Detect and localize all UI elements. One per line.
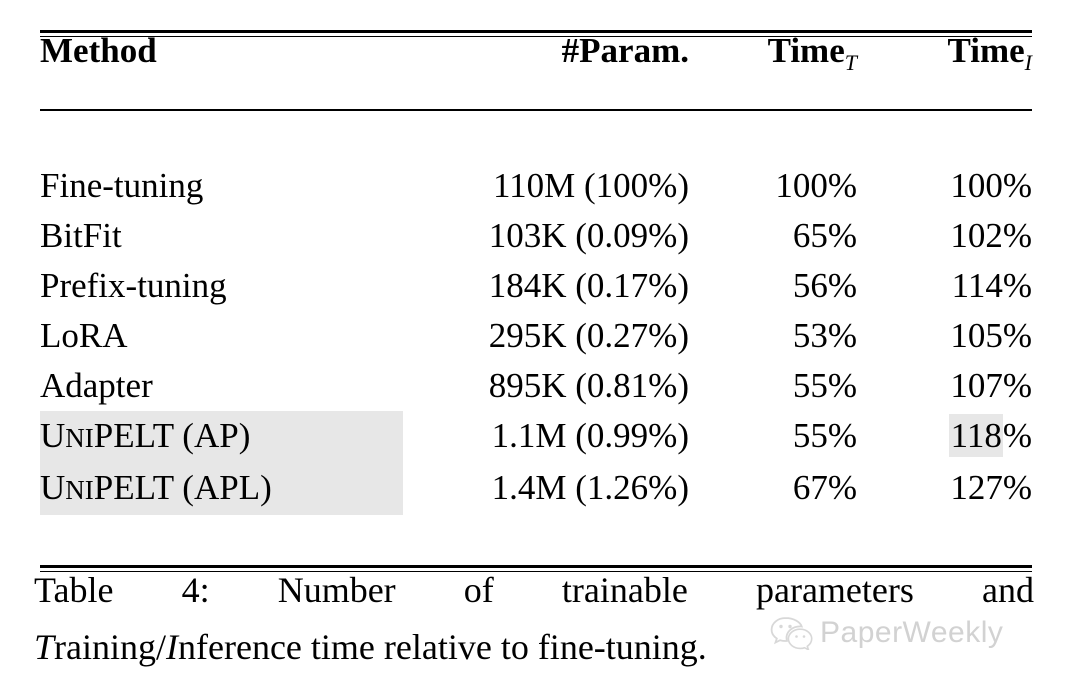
method-name-pelt: PELT [93,416,174,455]
table-row: Prefix-tuning 184K (0.17%) 56% 114% [40,261,1032,311]
cell-method: BitFit [40,216,122,255]
table-header-row: Method #Param. TimeT TimeI [40,33,1032,109]
cell-method: Prefix-tuning [40,266,227,305]
cell-time-training: 53% [792,316,857,355]
column-header-time-training-text: Time [767,31,845,70]
caption-text-rest: nference time relative to fine-tuning. [178,627,707,667]
method-name-ni: NI [65,475,94,505]
column-header-time-inference: TimeI [857,33,1032,109]
cell-time-training: 55% [792,366,857,405]
cell-method: UNIPELT (AP) [40,411,403,463]
cell-method: Fine-tuning [40,166,204,205]
cell-time-training: 65% [792,216,857,255]
column-header-time-inference-subscript: I [1024,50,1032,75]
table-row-highlighted: UNIPELT (APL) 1.4M (1.26%) 67% 127% [40,463,1032,515]
cell-param: 895K (0.81%) [488,366,689,405]
cell-param: 103K (0.09%) [488,216,689,255]
caption-line-1: Table 4: Number of trainable parameters … [34,570,1034,610]
method-name-u: U [40,416,66,455]
cell-time-inference: 105% [950,316,1032,355]
cell-method: LoRA [40,316,128,355]
cell-time-inference: 127% [950,468,1032,507]
cell-param: 1.4M (1.26%) [491,468,689,507]
method-name-variant: (APL) [173,468,272,507]
cell-param: 295K (0.27%) [488,316,689,355]
cell-param: 1.1M (0.99%) [491,416,689,455]
column-header-param: #Param. [561,31,689,70]
column-header-time-inference-text: Time [947,31,1025,70]
method-name-variant: (AP) [173,416,251,455]
cell-param: 184K (0.17%) [488,266,689,305]
caption-italic-t: T [34,627,55,667]
cell-time-inference-percent: % [1002,416,1032,455]
table-row-highlighted: UNIPELT (AP) 1.1M (0.99%) 55% 118% [40,411,1032,463]
table-row: Fine-tuning 110M (100%) 100% 100% [40,161,1032,211]
cell-method: Adapter [40,366,153,405]
table-body-bottom-spacer [40,515,1032,565]
results-table: Method #Param. TimeT TimeI [40,33,1032,109]
results-table-body: Fine-tuning 110M (100%) 100% 100% BitFit… [40,111,1032,565]
column-header-time-training: TimeT [689,33,857,109]
caption-italic-i: I [166,627,179,667]
cell-time-training: 100% [775,166,857,205]
cell-time-inference: 118% [857,411,1032,463]
caption-line-2: Training/Inference time relative to fine… [34,619,1034,676]
table-row: Adapter 895K (0.81%) 55% 107% [40,361,1032,411]
table-caption: Table 4: Number of trainable parameters … [34,562,1034,676]
cell-time-inference: 107% [950,366,1032,405]
cell-time-inference-highlight: 118 [948,414,1003,457]
table-row: BitFit 103K (0.09%) 65% 102% [40,211,1032,261]
cell-time-inference: 100% [950,166,1032,205]
cell-time-inference: 114% [951,266,1032,305]
cell-time-training: 56% [792,266,857,305]
cell-param: 110M (100%) [492,166,689,205]
table-row: LoRA 295K (0.27%) 53% 105% [40,311,1032,361]
method-name-u: U [40,468,66,507]
cell-method: UNIPELT (APL) [40,463,403,515]
cell-time-inference: 102% [950,216,1032,255]
column-header-method: Method [40,31,157,70]
caption-text-raining: raining/ [54,627,167,667]
table-figure: Method #Param. TimeT TimeI Fine-tuning 1… [40,30,1032,568]
column-header-time-training-subscript: T [844,50,857,75]
method-name-ni: NI [65,423,94,453]
table-header: Method #Param. TimeT TimeI [40,33,1032,109]
method-name-pelt: PELT [93,468,174,507]
cell-time-training: 67% [792,468,857,507]
cell-time-training: 55% [792,416,857,455]
table-body-top-spacer [40,111,1032,161]
